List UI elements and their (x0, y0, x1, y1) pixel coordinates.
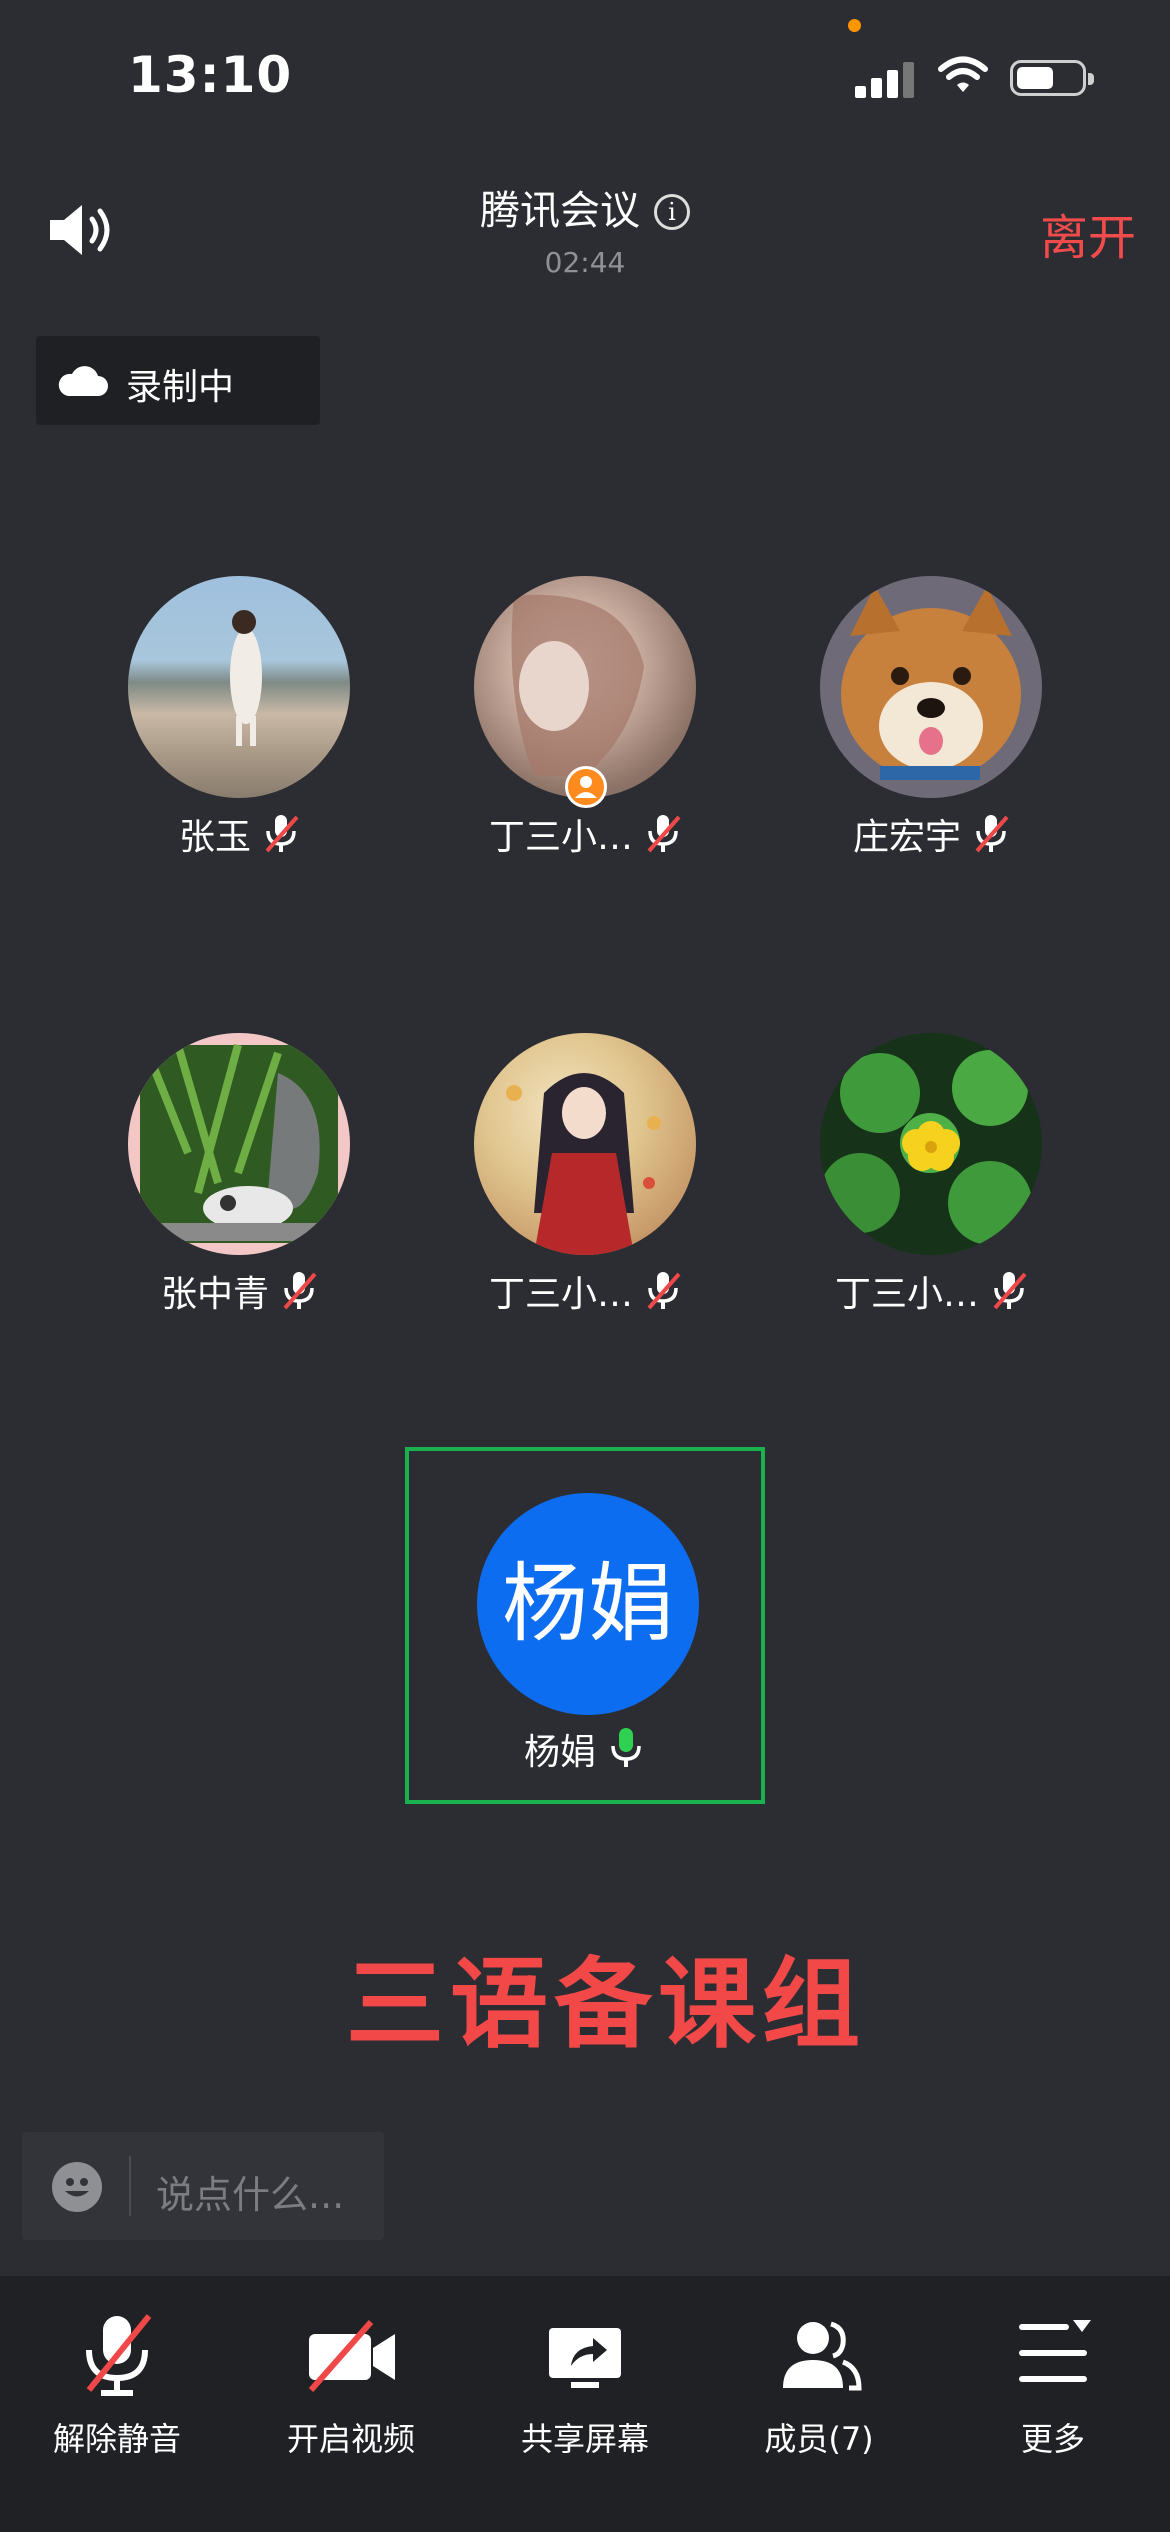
avatar (820, 1033, 1042, 1255)
mic-off-icon (975, 815, 1009, 853)
meeting-title-text: 腾讯会议 (480, 188, 640, 234)
battery-icon (1010, 60, 1094, 96)
meeting-title[interactable]: 腾讯会议 i (0, 178, 1170, 236)
active-speaker-avatar: 杨娟 (477, 1493, 699, 1715)
mic-off-icon (993, 1272, 1027, 1310)
share-screen-label: 共享屏幕 (520, 2420, 649, 2458)
avatar (474, 1033, 696, 1255)
more-label: 更多 (1020, 2420, 1085, 2458)
status-bar: 13:10 (0, 0, 1170, 150)
avatar (128, 576, 350, 798)
unmute-button[interactable]: 解除静音 (0, 2276, 234, 2532)
leave-button[interactable]: 离开 (1040, 198, 1136, 268)
avatar (128, 1033, 350, 1255)
mic-icon (611, 1728, 641, 1767)
participant-tile[interactable]: 丁三小… (394, 576, 696, 876)
host-icon (565, 766, 607, 808)
emoji-icon[interactable] (52, 2162, 102, 2212)
start-video-button[interactable]: 开启视频 (234, 2276, 468, 2532)
participant-tile[interactable]: 张玉 (48, 576, 350, 876)
cellular-signal-icon (855, 58, 915, 98)
mic-off-icon (647, 815, 681, 853)
participant-name: 张中青 (48, 1265, 432, 1317)
participant-name: 丁三小… (740, 1265, 1124, 1317)
bottom-toolbar: 解除静音 开启视频 共享屏幕 成员(7) 更多 (0, 2276, 1170, 2532)
members-label: 成员(7) (764, 2420, 874, 2458)
recording-badge[interactable]: 录制中 (36, 336, 320, 425)
mic-off-icon (647, 1272, 681, 1310)
mic-off-icon (265, 815, 299, 853)
status-time: 13:10 (128, 46, 293, 104)
active-speaker-name: 杨娟 (409, 1723, 761, 1775)
meeting-header: 腾讯会议 i 02:44 离开 (0, 150, 1170, 298)
recording-label: 录制中 (126, 367, 235, 408)
chat-placeholder: 说点什么... (156, 2173, 345, 2217)
divider (129, 2156, 131, 2216)
participant-tile[interactable]: 庄宏宇 (740, 576, 1042, 876)
start-video-label: 开启视频 (286, 2420, 415, 2458)
meeting-timer: 02:44 (544, 246, 626, 279)
info-icon[interactable]: i (654, 194, 690, 230)
group-title-watermark: 三语备课组 (345, 1948, 866, 2062)
mic-off-icon (86, 2314, 152, 2396)
members-button[interactable]: 成员(7) (702, 2276, 936, 2532)
mic-off-icon (283, 1272, 317, 1310)
participant-name: 丁三小… (394, 808, 778, 860)
participant-tile[interactable]: 丁三小… (394, 1033, 696, 1333)
participant-tile[interactable]: 丁三小… (740, 1033, 1042, 1333)
participant-name: 张玉 (48, 808, 432, 860)
video-off-icon (308, 2320, 395, 2392)
privacy-indicator-dot (848, 19, 861, 32)
share-screen-button[interactable]: 共享屏幕 (468, 2276, 702, 2532)
cloud-icon (58, 366, 108, 396)
participant-name: 丁三小… (394, 1265, 778, 1317)
wifi-icon (938, 56, 988, 92)
share-screen-icon (549, 2328, 621, 2388)
chat-input[interactable]: 说点什么... (22, 2132, 384, 2240)
members-icon (783, 2321, 862, 2391)
avatar (820, 576, 1042, 798)
participant-name: 庄宏宇 (740, 808, 1124, 860)
participant-tile[interactable]: 张中青 (48, 1033, 350, 1333)
unmute-label: 解除静音 (52, 2420, 181, 2458)
active-speaker-tile[interactable]: 杨娟 杨娟 (405, 1447, 765, 1804)
more-button[interactable]: 更多 (936, 2276, 1170, 2532)
more-icon (1019, 2320, 1091, 2382)
avatar (474, 576, 696, 798)
